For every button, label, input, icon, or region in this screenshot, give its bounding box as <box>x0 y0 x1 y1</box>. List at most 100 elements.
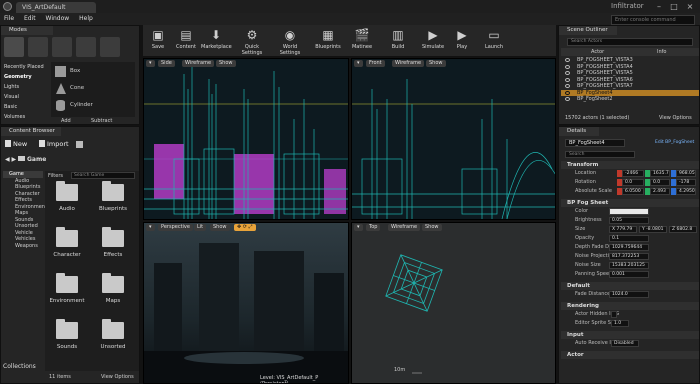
world-settings-button[interactable]: ◉ World Settings <box>273 27 307 56</box>
rotation-y[interactable]: 0.0 <box>650 179 670 186</box>
front-show-button[interactable]: Show <box>426 60 446 67</box>
minimize-icon[interactable]: – <box>652 0 666 13</box>
actor-section[interactable]: Actor <box>561 351 699 359</box>
category-lights[interactable]: Lights <box>4 82 50 92</box>
edit-blueprint-link[interactable]: Edit BP_FogSheet <box>655 140 694 145</box>
perspective-mode-button[interactable]: Perspective <box>158 224 193 231</box>
foliage-mode-icon[interactable] <box>76 37 96 57</box>
folder-icon[interactable] <box>56 227 78 247</box>
collections-button[interactable]: Collections <box>3 363 43 373</box>
scale-y[interactable]: 2.493 <box>650 188 670 195</box>
location-x[interactable]: -2466 <box>622 170 644 177</box>
close-icon[interactable]: × <box>683 0 697 13</box>
maximize-icon[interactable]: □ <box>667 0 681 13</box>
marketplace-button[interactable]: ⬇ Marketplace <box>201 27 232 55</box>
landscape-mode-icon[interactable] <box>52 37 72 57</box>
noise-projection-value[interactable]: 817.372253 <box>609 253 649 260</box>
cone-item[interactable]: Cone <box>53 81 133 97</box>
blueprints-button[interactable]: ▦ Blueprints <box>313 27 343 55</box>
col-info[interactable]: Info <box>657 48 666 56</box>
visibility-eye-icon[interactable] <box>565 77 570 82</box>
auto-receive-select[interactable]: Disabled <box>611 340 639 347</box>
folder-icon[interactable] <box>56 181 78 201</box>
tree-item[interactable]: Weapons <box>3 243 43 250</box>
col-actor[interactable]: Actor <box>591 48 604 56</box>
brightness-value[interactable]: 0.05 <box>609 217 649 224</box>
top-view-button[interactable]: Wireframe <box>388 224 421 231</box>
folder-icon[interactable] <box>56 273 78 293</box>
top-mode-button[interactable]: Top <box>366 224 381 231</box>
category-basic[interactable]: Basic <box>4 102 50 112</box>
rendering-section[interactable]: Rendering <box>561 302 699 310</box>
menu-help[interactable]: Help <box>75 13 97 25</box>
viewport-side[interactable]: ▾ Side Wireframe Show <box>143 58 349 220</box>
menu-window[interactable]: Window <box>42 13 74 25</box>
subtract-brush[interactable]: Subtract <box>91 118 112 124</box>
visibility-eye-icon[interactable] <box>565 64 570 69</box>
view-options-button[interactable]: View Options <box>101 374 134 380</box>
content-button[interactable]: ▤ Content <box>173 27 199 55</box>
transform-section[interactable]: Transform <box>561 161 699 169</box>
outliner-search[interactable]: Search Actors <box>567 38 693 46</box>
scene-outliner-tab[interactable]: Scene Outliner <box>559 26 617 35</box>
scale-x[interactable]: 6.0500 <box>622 188 644 195</box>
location-z[interactable]: 968.05 <box>676 170 696 177</box>
path-game[interactable]: Game <box>27 156 46 163</box>
simulate-button[interactable]: ▶ Simulate <box>419 27 447 55</box>
default-section[interactable]: Default <box>561 282 699 290</box>
save-all-icon[interactable] <box>76 141 83 148</box>
side-view-button[interactable]: Wireframe <box>182 60 215 67</box>
perspective-view-button[interactable]: Lit <box>194 224 207 231</box>
import-button[interactable]: Import <box>39 140 73 150</box>
perspective-show-button[interactable]: Show <box>210 224 230 231</box>
level-tab[interactable]: VIS_ArtDefault <box>16 2 96 13</box>
details-search[interactable]: Search <box>565 151 635 158</box>
opacity-value[interactable]: 0.1 <box>609 235 649 242</box>
category-recently-placed[interactable]: Recently Placed <box>4 62 50 72</box>
size-y[interactable]: Y -8.0801 <box>639 226 667 233</box>
launch-button[interactable]: ▭ Launch <box>479 27 509 55</box>
paint-mode-icon[interactable] <box>28 37 48 57</box>
viewport-menu-icon[interactable]: ▾ <box>146 224 155 231</box>
content-browser-tab[interactable]: Content Browser <box>1 127 61 136</box>
color-swatch[interactable] <box>609 208 649 215</box>
viewport-menu-icon[interactable]: ▾ <box>354 224 363 231</box>
console-input[interactable]: Enter console command <box>611 15 695 25</box>
folder-icon[interactable] <box>102 319 124 339</box>
category-visual[interactable]: Visual <box>4 92 50 102</box>
back-icon[interactable]: ◀ ▶ <box>5 156 18 163</box>
category-geometry[interactable]: Geometry <box>4 72 50 82</box>
viewport-top[interactable]: ▾ Top Wireframe Show 10m <box>351 222 556 384</box>
category-volumes[interactable]: Volumes <box>4 112 50 122</box>
visibility-eye-icon[interactable] <box>565 58 570 62</box>
input-section[interactable]: Input <box>561 331 699 339</box>
outliner-view-options[interactable]: View Options <box>659 115 692 121</box>
size-z[interactable]: Z 6802.8 <box>669 226 697 233</box>
geometry-mode-icon[interactable] <box>100 37 120 57</box>
top-show-button[interactable]: Show <box>422 224 442 231</box>
place-mode-icon[interactable] <box>4 37 24 57</box>
outliner-row[interactable]: BP_FogSheet2 <box>561 96 699 103</box>
side-mode-button[interactable]: Side <box>158 60 175 67</box>
cylinder-item[interactable]: Cylinder <box>53 98 133 114</box>
panning-speed-value[interactable]: 0.001 <box>609 271 649 278</box>
visibility-eye-icon[interactable] <box>565 97 570 101</box>
menu-edit[interactable]: Edit <box>20 13 40 25</box>
noise-size-value[interactable]: 15383.203125 <box>609 262 649 269</box>
modes-tab[interactable]: Modes <box>1 26 53 35</box>
fade-distance-value[interactable]: 1024.0 <box>609 291 649 298</box>
side-show-button[interactable]: Show <box>216 60 236 67</box>
viewport-perspective[interactable]: ▾ Perspective Lit Show ✥ ⟳ ⤢ Level: VIS_… <box>143 222 349 384</box>
visibility-eye-icon[interactable] <box>565 90 570 95</box>
rotation-x[interactable]: 0.0 <box>622 179 644 186</box>
rotation-z[interactable]: -178 <box>676 179 696 186</box>
depth-fade-value[interactable]: 1029.759644 <box>609 244 649 251</box>
folder-icon[interactable] <box>102 273 124 293</box>
editor-sprite-value[interactable]: 1.0 <box>611 320 629 327</box>
add-brush[interactable]: Add <box>61 118 71 124</box>
actor-name-field[interactable]: BP_FogSheet4 <box>565 139 625 147</box>
folder-icon[interactable] <box>102 181 124 201</box>
fog-sheet-section[interactable]: BP Fog Sheet <box>561 199 699 207</box>
play-button[interactable]: ▶ Play <box>449 27 475 55</box>
viewport-menu-icon[interactable]: ▾ <box>354 60 363 67</box>
